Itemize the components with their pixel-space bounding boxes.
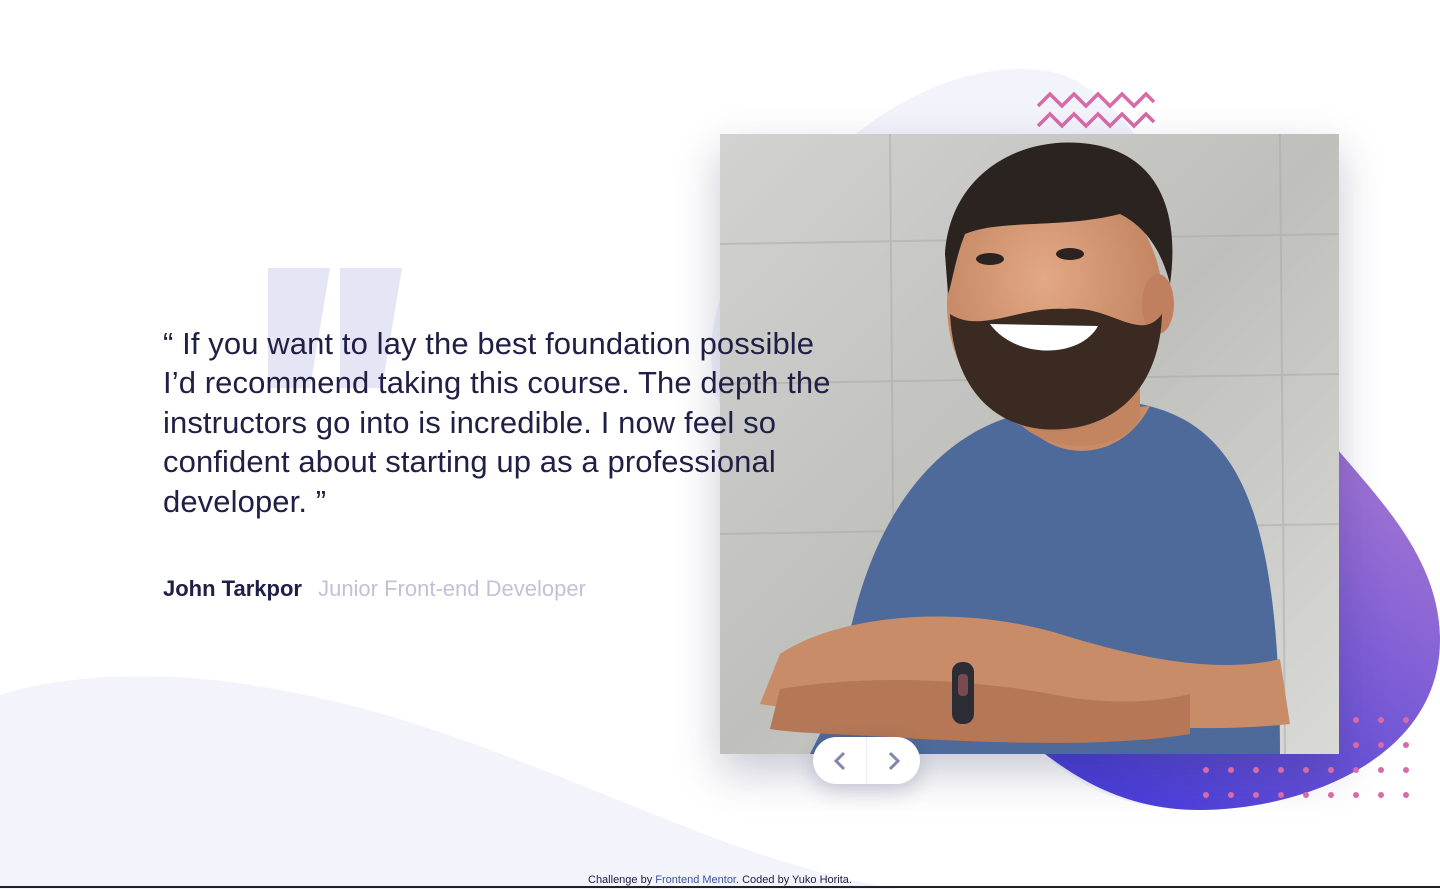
- author-name: John Tarkpor: [163, 576, 302, 601]
- previous-button[interactable]: [813, 737, 866, 784]
- dots-decoration: [1203, 717, 1409, 798]
- chevron-right-icon: [888, 751, 900, 770]
- zigzag-decoration: [1036, 91, 1156, 129]
- testimonial-author: John Tarkpor Junior Front-end Developer: [163, 576, 586, 602]
- attribution: Challenge by Frontend Mentor. Coded by Y…: [0, 874, 1440, 886]
- attribution-suffix: . Coded by Yuko Horita.: [736, 874, 852, 886]
- next-button[interactable]: [866, 737, 920, 784]
- slider-navigation: [813, 737, 920, 784]
- chevron-left-icon: [833, 751, 845, 770]
- attribution-prefix: Challenge by: [588, 874, 656, 886]
- bottom-border: [0, 886, 1440, 888]
- author-role: Junior Front-end Developer: [318, 576, 586, 601]
- testimonial-quote: “ If you want to lay the best foundation…: [163, 326, 831, 519]
- frontend-mentor-link[interactable]: Frontend Mentor: [655, 874, 736, 886]
